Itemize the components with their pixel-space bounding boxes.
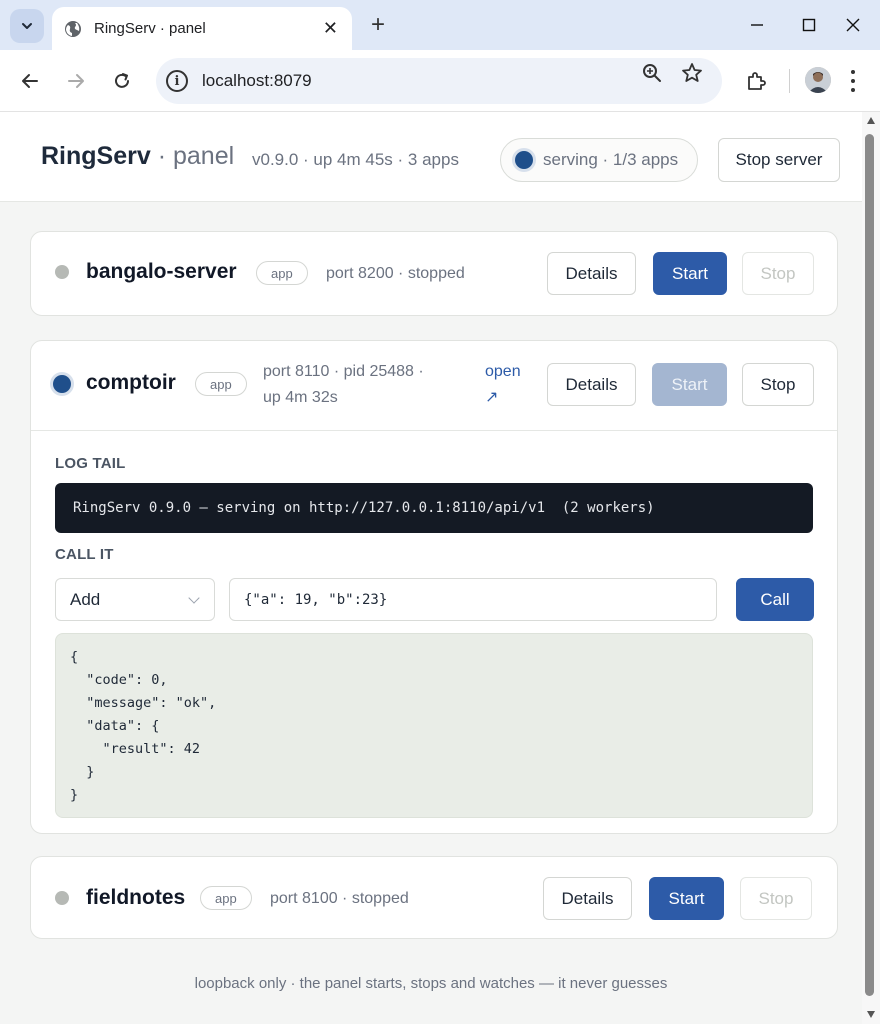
app-name: comptoir <box>86 371 176 394</box>
details-button[interactable]: Details <box>547 363 636 406</box>
back-arrow-icon[interactable] <box>18 69 42 93</box>
log-tail-output: RingServ 0.9.0 — serving on http://127.0… <box>55 483 813 533</box>
payload-input[interactable]: {"a": 19, "b":23} <box>229 578 717 621</box>
app-meta: port 8200 · stopped <box>326 265 465 282</box>
globe-icon <box>65 20 81 37</box>
tab-title: RingServ · panel <box>94 20 206 37</box>
brand-subtitle: panel <box>173 142 235 170</box>
chevron-down-icon <box>22 23 32 29</box>
call-response-output: { "code": 0, "message": "ok", "data": { … <box>55 633 813 818</box>
browser-toolbar: i localhost:8079 <box>0 50 880 112</box>
tab-search-button[interactable] <box>10 9 44 43</box>
app-card-fieldnotes: fieldnotes app port 8100 · stopped Detai… <box>30 856 838 939</box>
log-tail-label: LOG TAIL <box>55 455 126 472</box>
app-type-tag: app <box>200 886 252 910</box>
open-app-link[interactable]: open ↗ <box>485 359 521 411</box>
app-name: fieldnotes <box>86 886 186 909</box>
external-link-icon: ↗ <box>485 389 499 406</box>
app-name: bangalo-server <box>86 260 237 283</box>
new-tab-icon[interactable]: + <box>366 12 390 38</box>
browser-tab-strip: RingServ · panel ✕ + <box>0 0 880 50</box>
scroll-down-arrow-icon[interactable] <box>867 1011 875 1018</box>
profile-avatar[interactable] <box>805 67 831 93</box>
minimize-icon[interactable] <box>746 14 768 36</box>
scroll-up-arrow-icon[interactable] <box>867 117 875 124</box>
start-button[interactable]: Start <box>649 877 724 920</box>
status-indicator-dot <box>515 151 533 169</box>
reload-icon[interactable] <box>110 69 134 93</box>
app-meta-line: up 4m 32s <box>263 389 338 406</box>
stop-button[interactable]: Stop <box>742 252 814 295</box>
brand-name: RingServ <box>41 142 151 170</box>
close-window-icon[interactable] <box>842 14 864 36</box>
zoom-icon[interactable] <box>640 61 664 85</box>
stop-button[interactable]: Stop <box>740 877 812 920</box>
app-status-dot <box>55 265 69 279</box>
extensions-puzzle-icon[interactable] <box>744 69 768 93</box>
page-footer: loopback only · the panel starts, stops … <box>194 975 668 992</box>
details-button[interactable]: Details <box>547 252 636 295</box>
forward-arrow-icon[interactable] <box>64 69 88 93</box>
page-scrollbar[interactable] <box>862 112 880 1024</box>
stop-button[interactable]: Stop <box>742 363 814 406</box>
app-meta: port 8100 · stopped <box>270 890 409 907</box>
app-meta-line: port 8110 · pid 25488 · <box>263 363 424 380</box>
close-tab-icon[interactable]: ✕ <box>323 18 338 39</box>
method-select-value: Add <box>70 589 101 609</box>
method-select[interactable]: Add <box>55 578 215 621</box>
brand-separator: · <box>157 142 167 170</box>
app-card-comptoir: comptoir app port 8110 · pid 25488 · up … <box>30 340 838 834</box>
call-button[interactable]: Call <box>736 578 814 621</box>
app-status-dot <box>55 891 69 905</box>
app-card-bangalo-server: bangalo-server app port 8200 · stopped D… <box>30 231 838 316</box>
browser-menu-icon[interactable] <box>850 70 856 92</box>
details-button[interactable]: Details <box>543 877 632 920</box>
page-viewport: RingServ · panel v0.9.0 · up 4m 45s · 3 … <box>0 112 862 1024</box>
server-meta: v0.9.0 · up 4m 45s · 3 apps <box>252 150 459 169</box>
call-it-label: CALL IT <box>55 546 114 563</box>
site-info-icon[interactable]: i <box>166 70 188 92</box>
app-status-dot <box>53 375 71 393</box>
start-button[interactable]: Start <box>652 363 727 406</box>
page-title: RingServ · panel <box>41 142 234 171</box>
maximize-icon[interactable] <box>798 14 820 36</box>
bookmark-star-icon[interactable] <box>680 61 704 85</box>
start-button[interactable]: Start <box>653 252 727 295</box>
chevron-down-icon <box>188 592 200 604</box>
app-meta: port 8110 · pid 25488 · up 4m 32s <box>263 359 424 411</box>
app-type-tag: app <box>256 261 308 285</box>
server-status-badge: serving · 1/3 apps <box>500 138 698 182</box>
panel-header: RingServ · panel v0.9.0 · up 4m 45s · 3 … <box>0 112 862 202</box>
stop-server-button[interactable]: Stop server <box>718 138 840 182</box>
browser-tab[interactable]: RingServ · panel ✕ <box>52 7 352 50</box>
open-link-label: open <box>485 363 521 380</box>
address-bar[interactable]: i localhost:8079 <box>156 58 722 104</box>
app-type-tag: app <box>195 372 247 396</box>
card-divider <box>31 430 837 431</box>
server-status-text: serving · 1/3 apps <box>543 150 679 169</box>
scrollbar-thumb[interactable] <box>865 134 874 996</box>
toolbar-separator <box>789 69 790 93</box>
